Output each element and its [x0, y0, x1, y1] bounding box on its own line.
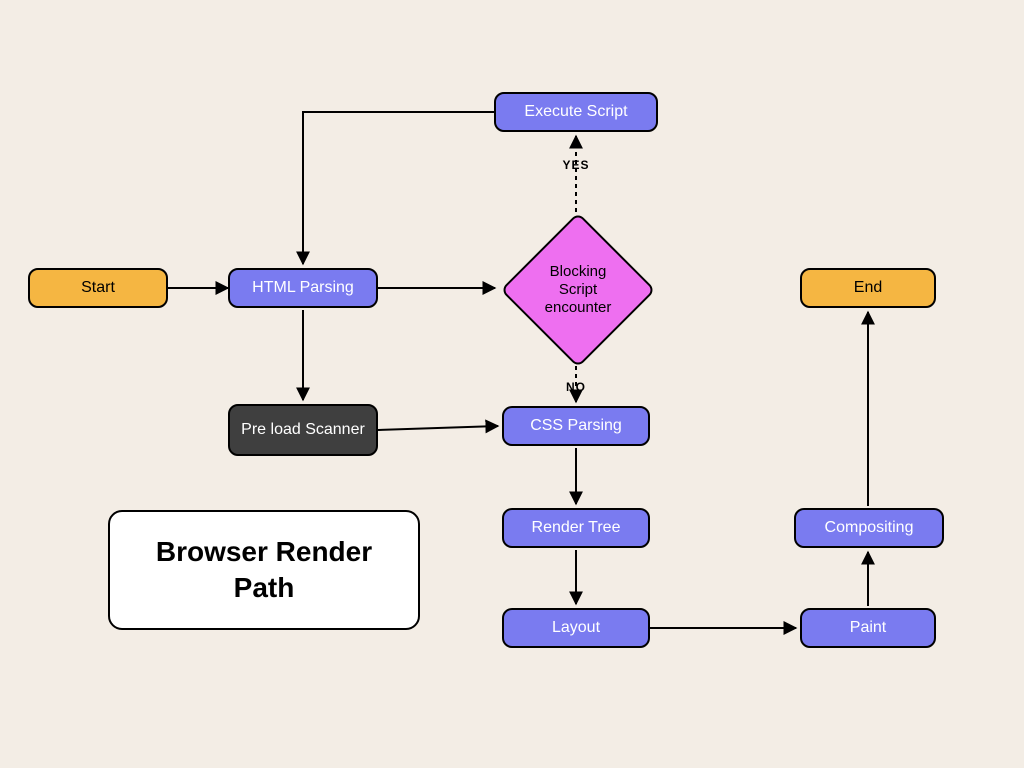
node-start-label: Start [81, 278, 115, 297]
node-end-label: End [854, 278, 882, 297]
diagram-title-text: Browser Render Path [134, 534, 394, 607]
node-execute-script-label: Execute Script [524, 102, 627, 121]
node-layout-label: Layout [552, 618, 600, 637]
node-execute-script: Execute Script [494, 92, 658, 132]
node-compositing: Compositing [794, 508, 944, 548]
node-compositing-label: Compositing [825, 518, 914, 537]
node-css-parsing-label: CSS Parsing [530, 416, 622, 435]
node-start: Start [28, 268, 168, 308]
branch-label-yes: YES [560, 158, 592, 172]
node-paint-label: Paint [850, 618, 886, 637]
node-preload-scanner: Pre load Scanner [228, 404, 378, 456]
node-html-parsing: HTML Parsing [228, 268, 378, 308]
node-decision-blocking-script: Blocking Script encounter [500, 212, 656, 368]
node-preload-scanner-label: Pre load Scanner [241, 420, 365, 439]
node-layout: Layout [502, 608, 650, 648]
node-css-parsing: CSS Parsing [502, 406, 650, 446]
diagram-title: Browser Render Path [108, 510, 420, 630]
node-end: End [800, 268, 936, 308]
branch-label-no: NO [562, 380, 590, 394]
node-render-tree-label: Render Tree [532, 518, 621, 537]
node-decision-label: Blocking Script encounter [531, 263, 625, 317]
node-html-parsing-label: HTML Parsing [252, 278, 354, 297]
node-paint: Paint [800, 608, 936, 648]
node-render-tree: Render Tree [502, 508, 650, 548]
